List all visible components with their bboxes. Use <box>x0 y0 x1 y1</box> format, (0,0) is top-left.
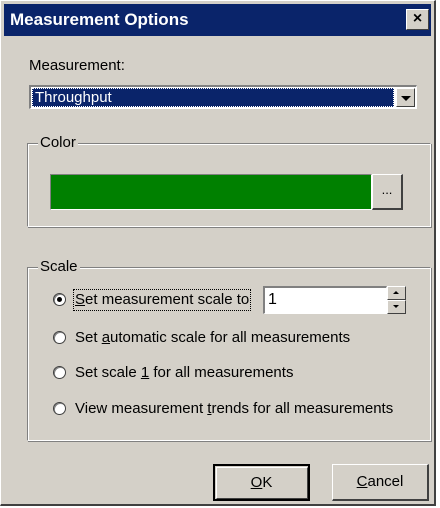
radio-selected-icon <box>57 297 62 302</box>
radio-label-set-scale: Set measurement scale to <box>72 289 252 311</box>
ok-button[interactable]: OK <box>213 464 310 501</box>
close-button[interactable]: × <box>406 9 429 30</box>
spin-down-icon <box>393 305 399 308</box>
spin-up-button[interactable] <box>387 286 406 300</box>
radio-label-view-trends: View measurement trends for all measurem… <box>75 400 394 417</box>
dropdown-button[interactable] <box>396 88 415 107</box>
ok-label: OK <box>250 474 273 491</box>
chevron-down-icon <box>401 96 411 101</box>
title-bar: Measurement Options × <box>4 4 431 36</box>
measurement-select[interactable]: Throughput <box>29 85 417 109</box>
spin-down-button[interactable] <box>387 300 406 314</box>
radio-button[interactable] <box>53 331 66 344</box>
color-group-title: Color <box>38 134 78 152</box>
cancel-label: Cancel <box>356 473 404 490</box>
dialog-title: Measurement Options <box>10 10 189 29</box>
radio-button[interactable] <box>53 293 66 306</box>
radio-label-automatic-scale: Set automatic scale for all measurements <box>75 329 351 346</box>
color-swatch[interactable] <box>50 174 372 210</box>
close-icon: × <box>412 10 423 27</box>
measurement-options-dialog: Measurement Options × Measurement: Throu… <box>0 0 436 506</box>
radio-label-scale-one: Set scale 1 for all measurements <box>75 364 294 381</box>
measurement-selected-value: Throughput <box>32 88 394 107</box>
spin-up-icon <box>393 291 399 294</box>
cancel-button[interactable]: Cancel <box>332 464 429 501</box>
scale-group-title: Scale <box>38 258 80 276</box>
radio-button[interactable] <box>53 366 66 379</box>
scale-value-input[interactable]: 1 <box>263 286 387 314</box>
color-picker-button[interactable]: ... <box>372 174 403 210</box>
measurement-label: Measurement: <box>29 57 125 74</box>
radio-button[interactable] <box>53 402 66 415</box>
